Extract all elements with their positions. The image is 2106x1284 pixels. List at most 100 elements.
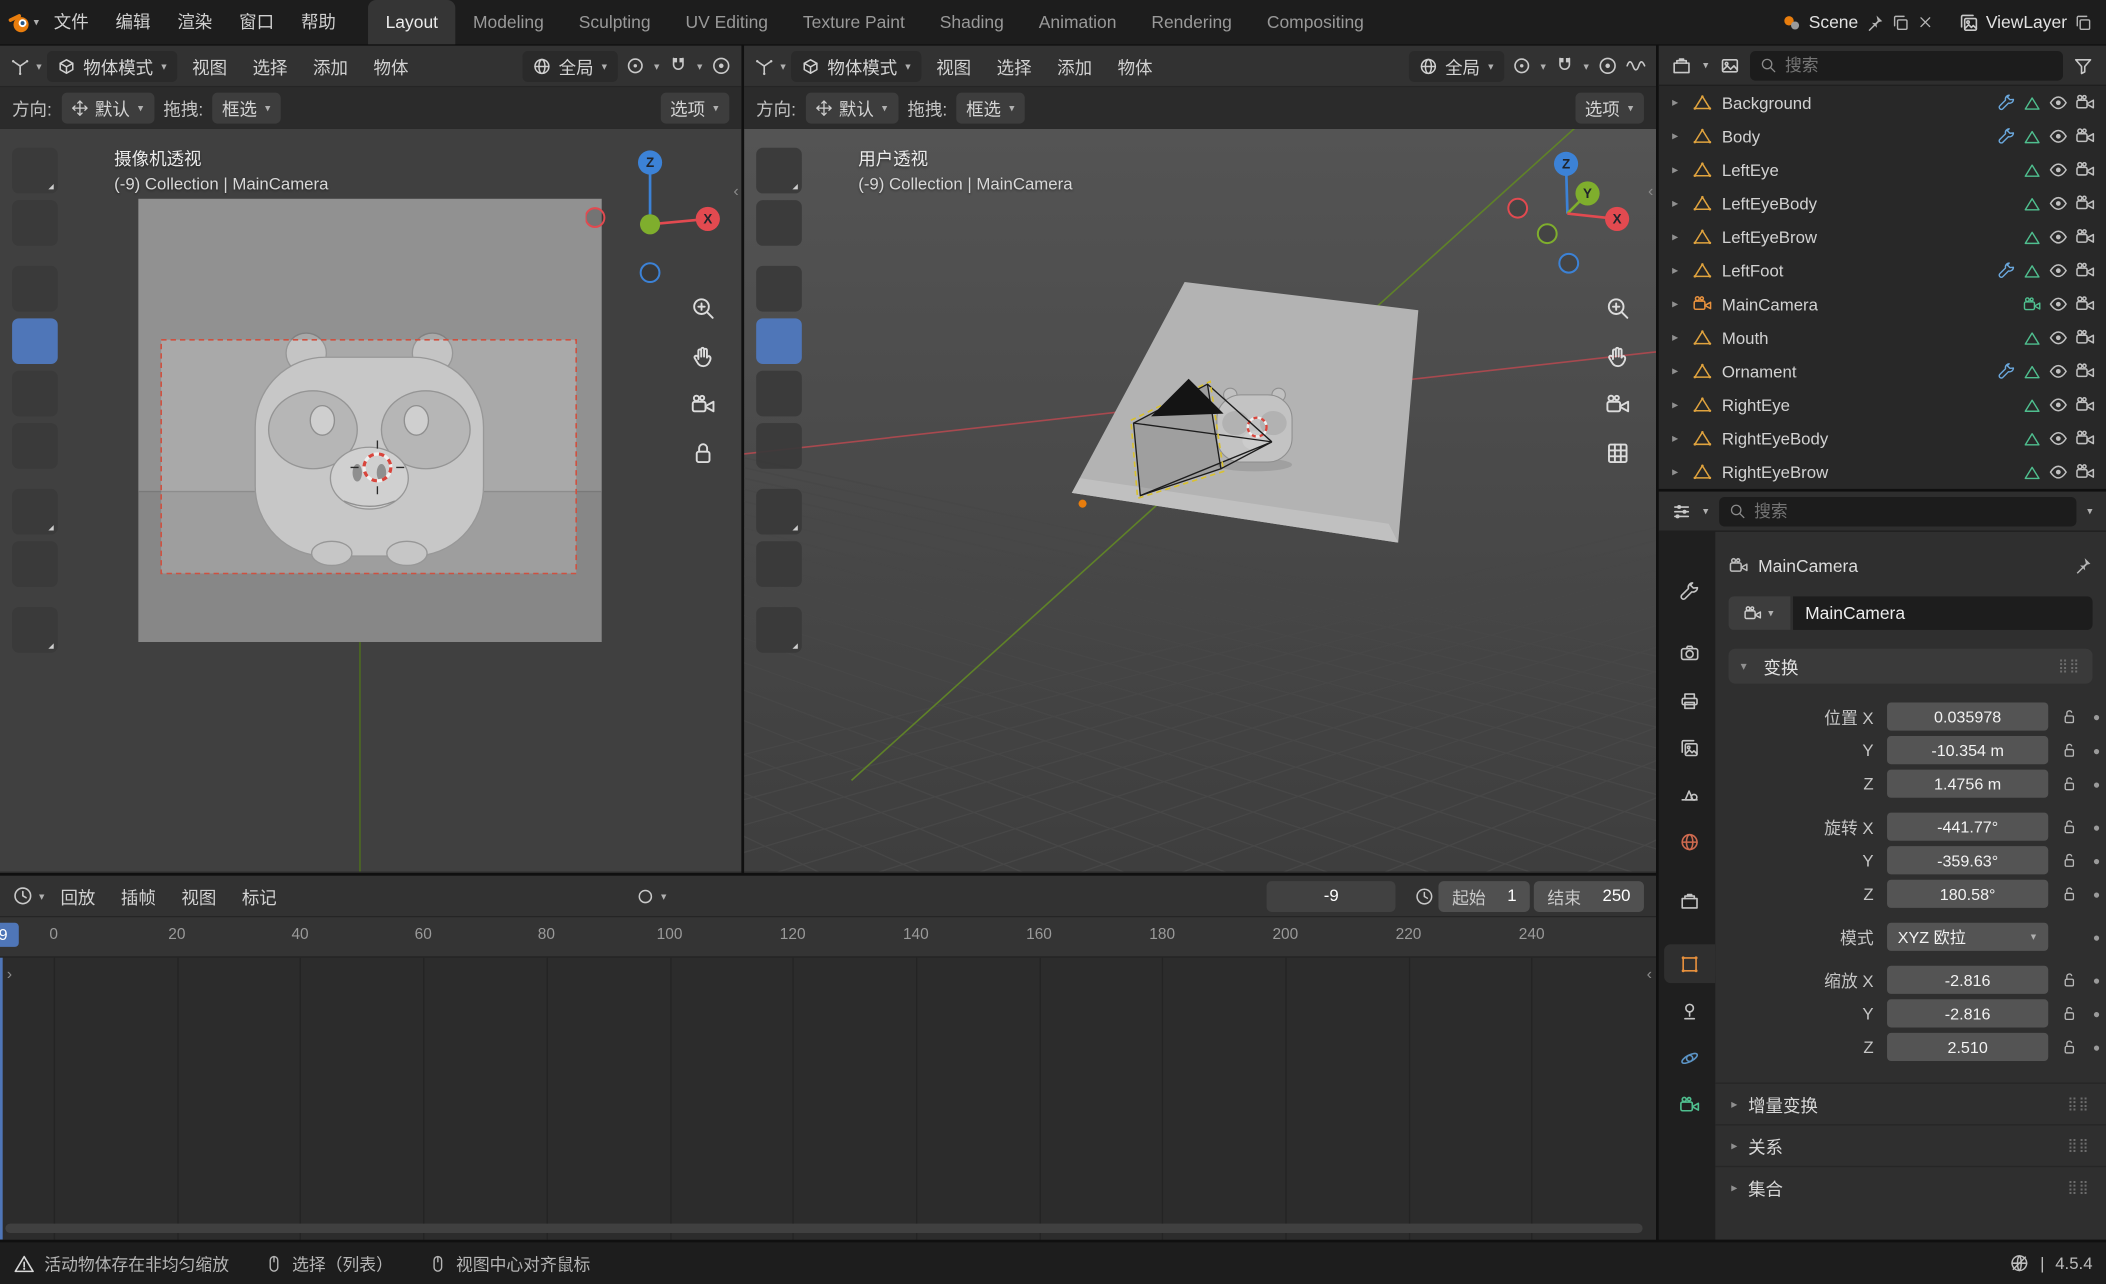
playhead-badge[interactable]: -9 <box>0 923 18 947</box>
panel-collapse-arrow[interactable]: ‹ <box>1648 183 1653 199</box>
jump-to-start-button[interactable] <box>689 880 724 912</box>
menu-window[interactable]: 窗口 <box>226 0 288 44</box>
tab-layout[interactable]: Layout <box>368 0 455 44</box>
number-field[interactable]: -441.77° <box>1887 813 2048 841</box>
modifier-icon[interactable] <box>1997 261 2016 280</box>
falloff-icon[interactable] <box>1625 55 1646 76</box>
outliner-row[interactable]: ▸Mouth <box>1659 321 2106 355</box>
disable-render-icon[interactable] <box>2075 126 2095 146</box>
tool-cursor[interactable] <box>756 200 802 246</box>
drag-handle-icon[interactable]: ⣿⣿ <box>2067 1180 2089 1195</box>
mesh-data-icon[interactable] <box>2023 362 2042 381</box>
animate-dot-icon[interactable]: ● <box>2093 854 2100 867</box>
blender-logo-icon[interactable] <box>8 10 32 34</box>
number-field[interactable]: 1.4756 m <box>1887 770 2048 798</box>
camera-view-icon[interactable] <box>690 392 716 418</box>
tool-rotate[interactable] <box>12 318 58 364</box>
lock-open-icon[interactable] <box>2060 852 2077 869</box>
viewport-menu-view[interactable]: 视图 <box>925 53 981 79</box>
viewlayer-selector[interactable]: ViewLayer <box>1986 12 2067 32</box>
mesh-data-icon[interactable] <box>2023 127 2042 146</box>
hide-eye-icon[interactable] <box>2048 193 2068 213</box>
number-field[interactable]: 2.510 <box>1887 1033 2048 1061</box>
viewport-menu-add[interactable]: 添加 <box>302 53 358 79</box>
hide-eye-icon[interactable] <box>2048 328 2068 348</box>
tool-annotate[interactable] <box>12 489 58 535</box>
jump-to-end-button[interactable] <box>884 880 919 912</box>
proportional-edit-icon[interactable] <box>710 55 731 76</box>
hide-eye-icon[interactable] <box>2048 227 2068 247</box>
properties-tab-world[interactable] <box>1664 822 1715 861</box>
ortho-grid-icon[interactable] <box>1605 441 1631 467</box>
drag-select[interactable]: 框选▾ <box>213 93 282 124</box>
tab-rendering[interactable]: Rendering <box>1134 0 1250 44</box>
viewport-menu-object[interactable]: 物体 <box>1107 53 1163 79</box>
lock-open-icon[interactable] <box>2060 885 2077 902</box>
editor-type-icon[interactable] <box>753 55 774 76</box>
viewport-menu-object[interactable]: 物体 <box>363 53 419 79</box>
snap-magnet-icon[interactable] <box>1554 55 1575 76</box>
tool-select-box[interactable] <box>756 148 802 194</box>
camera-view-icon[interactable] <box>1605 392 1631 418</box>
object-mode-select[interactable]: 物体模式▾ <box>47 50 177 81</box>
play-reverse-button[interactable] <box>767 880 802 912</box>
frame-range-clock-icon[interactable] <box>1414 886 1434 906</box>
navigation-gizmo[interactable]: ZYX <box>1503 150 1637 288</box>
disable-render-icon[interactable] <box>2075 261 2095 281</box>
zoom-icon[interactable] <box>1605 295 1631 321</box>
previous-keyframe-button[interactable] <box>728 880 763 912</box>
current-frame-field[interactable]: -9 <box>1267 880 1396 911</box>
orientation-select[interactable]: 全局▾ <box>522 50 617 81</box>
hide-eye-icon[interactable] <box>2048 294 2068 314</box>
snap-magnet-icon[interactable] <box>667 55 688 76</box>
filter-image-icon[interactable] <box>1719 54 1740 75</box>
hide-eye-icon[interactable] <box>2048 126 2068 146</box>
menu-render[interactable]: 渲染 <box>164 0 226 44</box>
id-type-button[interactable]: ▾ <box>1729 596 1791 630</box>
lock-open-icon[interactable] <box>2060 708 2077 725</box>
number-field[interactable]: -10.354 m <box>1887 736 2048 764</box>
tool-scale[interactable] <box>756 371 802 417</box>
disable-render-icon[interactable] <box>2075 428 2095 448</box>
display-mode-icon[interactable] <box>1671 54 1692 75</box>
timeline-menu-playback[interactable]: 回放 <box>50 883 106 909</box>
animate-dot-icon[interactable]: ● <box>2093 743 2100 756</box>
hide-eye-icon[interactable] <box>2048 462 2068 482</box>
properties-tab-render[interactable] <box>1664 633 1715 672</box>
properties-tab-output[interactable] <box>1664 681 1715 720</box>
number-field[interactable]: 180.58° <box>1887 880 2048 908</box>
tool-annotate[interactable] <box>756 489 802 535</box>
tab-uv-editing[interactable]: UV Editing <box>668 0 785 44</box>
menu-help[interactable]: 帮助 <box>288 0 350 44</box>
disable-render-icon[interactable] <box>2075 193 2095 213</box>
hide-eye-icon[interactable] <box>2048 93 2068 113</box>
viewport-canvas-area[interactable]: 摄像机透视 (-9) Collection | MainCamera ZX ‹ <box>0 129 741 872</box>
outliner-row[interactable]: ▸RightEyeBody <box>1659 422 2106 456</box>
tool-transform[interactable] <box>12 423 58 469</box>
auto-key-record-icon[interactable] <box>635 886 655 906</box>
mesh-data-icon[interactable] <box>2023 328 2042 347</box>
disable-render-icon[interactable] <box>2075 227 2095 247</box>
outliner-row[interactable]: ▸LeftEyeBrow <box>1659 220 2106 254</box>
mesh-data-icon[interactable] <box>2023 261 2042 280</box>
number-field[interactable]: -2.816 <box>1887 966 2048 994</box>
filter-funnel-icon[interactable] <box>2072 54 2093 75</box>
modifier-icon[interactable] <box>1997 127 2016 146</box>
properties-search-input[interactable] <box>1754 502 2067 521</box>
mesh-data-icon[interactable] <box>2023 161 2042 180</box>
properties-tab-view-layer[interactable] <box>1664 728 1715 767</box>
disable-render-icon[interactable] <box>2075 462 2095 482</box>
disable-render-icon[interactable] <box>2075 160 2095 180</box>
expand-chevron-icon[interactable]: ▸ <box>1672 230 1685 245</box>
new-viewlayer-icon[interactable] <box>2074 13 2093 32</box>
timeline-menu-markers[interactable]: 标记 <box>231 883 287 909</box>
hide-eye-icon[interactable] <box>2048 395 2068 415</box>
camera-data-icon[interactable] <box>2023 295 2042 314</box>
panel-collapse-arrow[interactable]: ‹ <box>1647 966 1652 982</box>
transform-panel-header[interactable]: ▾ 变换 ⣿⣿ <box>1729 649 2093 684</box>
outliner-search-input[interactable] <box>1785 56 2054 75</box>
scene-selector[interactable]: Scene <box>1809 12 1859 32</box>
animate-dot-icon[interactable]: ● <box>2093 1040 2100 1053</box>
properties-tab-scene[interactable] <box>1664 774 1715 813</box>
expand-chevron-icon[interactable]: ▸ <box>1672 196 1685 211</box>
